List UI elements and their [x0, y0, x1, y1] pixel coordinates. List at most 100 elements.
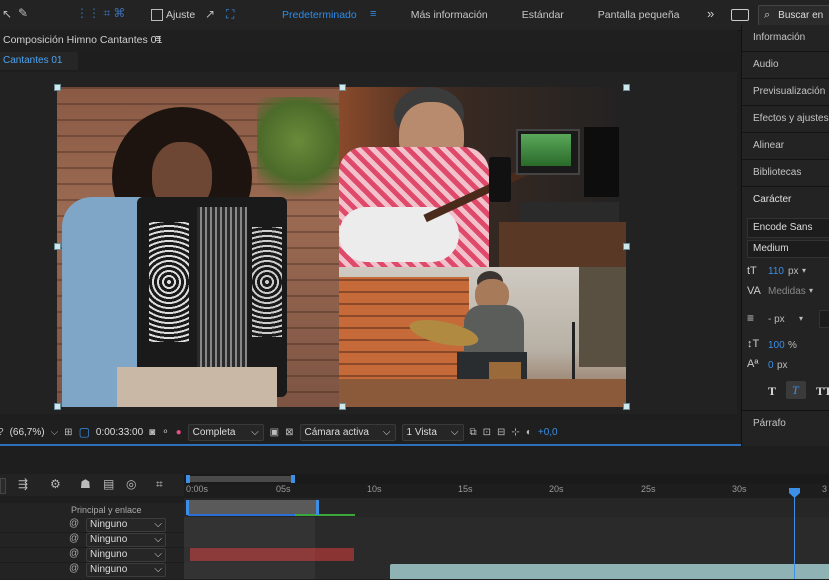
- show-snapshot-icon[interactable]: ⚬: [161, 427, 169, 438]
- align-tool-icons[interactable]: ⋮⋮ ⌗ ⌘: [76, 6, 125, 21]
- layer-row[interactable]: @ Ninguno ⌵: [0, 517, 184, 533]
- exposure-value[interactable]: +0,0: [538, 427, 558, 438]
- workspace-tab-predeterminado[interactable]: Predeterminado: [282, 9, 357, 21]
- camera-dropdown[interactable]: Cámara activa ⌵: [299, 423, 396, 441]
- sync-settings-icon[interactable]: [731, 9, 749, 21]
- transform-handle[interactable]: [54, 84, 61, 91]
- frame-blending-icon[interactable]: ▤: [103, 477, 114, 491]
- workspace-tab-mas-informacion[interactable]: Más información: [411, 9, 488, 21]
- transform-handle[interactable]: [339, 84, 346, 91]
- composition-tab[interactable]: Cantantes 01: [0, 52, 78, 70]
- workspace-tab-estandar[interactable]: Estándar: [522, 9, 564, 21]
- transform-handle[interactable]: [623, 403, 630, 410]
- layer-track[interactable]: [184, 517, 829, 533]
- timeline-icon[interactable]: ⊟: [497, 427, 505, 438]
- selection-tool-icon[interactable]: ↖: [2, 7, 12, 21]
- fast-preview-icon[interactable]: ⊡: [483, 427, 491, 438]
- layer-track[interactable]: [184, 562, 829, 580]
- parent-dropdown[interactable]: Ninguno ⌵: [86, 548, 166, 562]
- layer-track[interactable]: [184, 547, 829, 563]
- transform-handle[interactable]: [623, 243, 630, 250]
- transparency-grid-icon[interactable]: ⊠: [285, 427, 293, 438]
- composition-frame[interactable]: [54, 84, 630, 410]
- chevron-down-icon[interactable]: ▾: [799, 314, 803, 323]
- layer-bar[interactable]: [184, 532, 315, 547]
- parent-pickwhip-icon[interactable]: @: [69, 533, 79, 544]
- snap-checkbox[interactable]: [151, 9, 163, 21]
- panel-item-bibliotecas[interactable]: Bibliotecas: [742, 160, 829, 187]
- shy-layers-icon[interactable]: ☗: [80, 477, 91, 491]
- comp-flowchart-icon[interactable]: ⇶: [18, 477, 28, 491]
- panel-item-caracter[interactable]: Carácter: [742, 187, 829, 213]
- snap-target-icon[interactable]: ⛶: [226, 7, 234, 22]
- chevron-down-icon[interactable]: ▾: [809, 286, 813, 295]
- font-size-value[interactable]: 110: [768, 266, 784, 277]
- chevron-down-icon[interactable]: ▾: [802, 266, 806, 275]
- work-area-region[interactable]: [188, 500, 318, 515]
- transform-handle[interactable]: [54, 403, 61, 410]
- grid-icon[interactable]: ⊞: [64, 427, 72, 438]
- stroke-width-value[interactable]: - px: [768, 314, 785, 325]
- panel-item-parrafo[interactable]: Párrafo: [753, 418, 786, 429]
- parent-pickwhip-icon[interactable]: @: [69, 548, 79, 559]
- panel-menu-icon[interactable]: ≡: [155, 33, 161, 45]
- baseline-shift-value[interactable]: 0: [768, 360, 774, 371]
- panel-item-efectos[interactable]: Efectos y ajustes p: [742, 106, 829, 133]
- parent-pickwhip-icon[interactable]: @: [69, 563, 79, 574]
- parent-dropdown[interactable]: Ninguno ⌵: [86, 563, 166, 577]
- graph-editor-icon[interactable]: ⌗: [156, 477, 163, 492]
- channel-icon[interactable]: ●: [176, 427, 182, 438]
- panel-item-audio[interactable]: Audio: [742, 52, 829, 79]
- faux-italic-button[interactable]: T: [786, 381, 806, 399]
- layer-bar[interactable]: [390, 564, 829, 579]
- draft-3d-icon[interactable]: ⚙: [50, 477, 61, 491]
- panel-item-informacion[interactable]: Información: [742, 25, 829, 52]
- faux-bold-icon[interactable]: T: [768, 384, 776, 399]
- snap-option-icon[interactable]: ↗: [205, 7, 215, 21]
- parent-pickwhip-icon[interactable]: @: [69, 518, 79, 529]
- reset-exposure-icon[interactable]: ◐: [526, 427, 532, 438]
- resolution-dropdown[interactable]: Completa ⌵: [187, 423, 264, 441]
- pin-tool-icon[interactable]: ✎: [18, 6, 28, 20]
- transform-handle[interactable]: [54, 243, 61, 250]
- layer-bar[interactable]: [184, 517, 315, 532]
- parent-dropdown[interactable]: Ninguno ⌵: [86, 518, 166, 532]
- layer-row[interactable]: @ Ninguno ⌵: [0, 562, 184, 577]
- layer-track[interactable]: [184, 532, 829, 548]
- font-family-field[interactable]: Encode Sans: [747, 218, 829, 238]
- zoom-dropdown[interactable]: (66,7%): [10, 427, 45, 438]
- parent-dropdown[interactable]: Ninguno ⌵: [86, 533, 166, 547]
- kerning-value[interactable]: Medidas: [768, 286, 806, 297]
- composition-viewer[interactable]: [0, 72, 737, 414]
- region-start-marker[interactable]: [186, 500, 189, 515]
- fast-previews-icon[interactable]: ▣: [270, 427, 279, 438]
- work-area-bar[interactable]: [187, 476, 295, 482]
- snapshot-icon[interactable]: ◙: [149, 427, 155, 438]
- transform-handle[interactable]: [623, 84, 630, 91]
- stroke-option-field[interactable]: [819, 310, 829, 328]
- magnifier-icon[interactable]: ?: [0, 427, 4, 438]
- work-area-end-handle[interactable]: [291, 475, 295, 483]
- motion-blur-icon[interactable]: ◎: [126, 477, 136, 491]
- panel-item-alinear[interactable]: Alinear: [742, 133, 829, 160]
- layer-row[interactable]: @ Ninguno ⌵: [0, 532, 184, 548]
- all-caps-icon[interactable]: TT: [816, 384, 829, 399]
- vertical-scale-value[interactable]: 100: [768, 340, 785, 351]
- workspace-tab-pantalla-pequena[interactable]: Pantalla pequeña: [598, 9, 680, 21]
- flowchart-icon[interactable]: ⊹: [511, 427, 519, 438]
- work-area-start-handle[interactable]: [186, 475, 190, 483]
- region-end-marker[interactable]: [316, 500, 319, 515]
- more-workspaces-icon[interactable]: »: [707, 6, 714, 21]
- search-help-field[interactable]: ⌕ Buscar en: [758, 5, 829, 26]
- region-of-interest-icon[interactable]: ▢: [79, 425, 90, 439]
- zoom-chevron-icon[interactable]: ⌵: [51, 427, 59, 438]
- toggle-pixel-icon[interactable]: ⧉: [470, 427, 477, 438]
- views-dropdown[interactable]: 1 Vista ⌵: [401, 423, 464, 441]
- layer-row[interactable]: @ Ninguno ⌵: [0, 547, 184, 563]
- current-time[interactable]: 0:00:33:00: [96, 427, 143, 438]
- transform-handle[interactable]: [339, 403, 346, 410]
- panel-item-previsualizacion[interactable]: Previsualización: [742, 79, 829, 106]
- workspace-menu-icon[interactable]: ≡: [370, 8, 376, 20]
- font-style-field[interactable]: Medium: [747, 240, 829, 258]
- playhead-line[interactable]: [794, 488, 795, 579]
